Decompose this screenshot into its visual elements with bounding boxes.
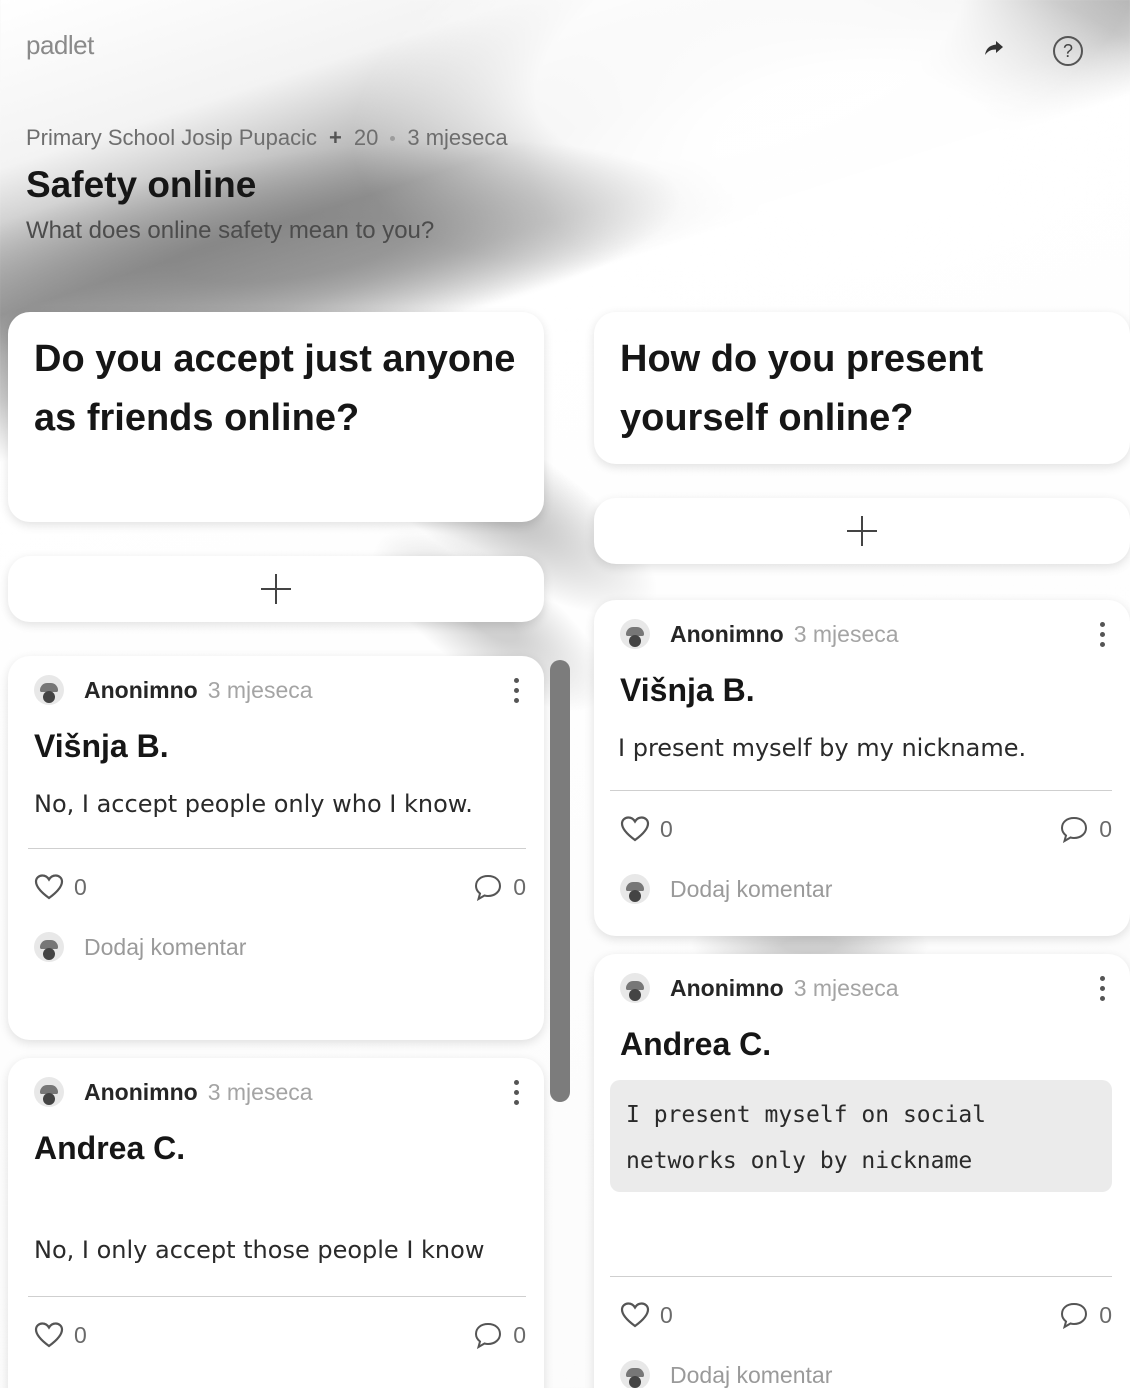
more-vertical-icon[interactable] <box>506 1077 526 1107</box>
like-count: 0 <box>660 1301 673 1328</box>
add-comment-input[interactable]: Dodaj komentar <box>84 934 246 961</box>
post-body: No, I accept people only who I know. <box>34 790 473 818</box>
post-author: Anonimno <box>670 974 784 1001</box>
post-title: Andrea C. <box>620 1026 772 1062</box>
like-button[interactable]: 0 <box>34 873 87 901</box>
avatar <box>620 1360 650 1388</box>
post-actions: 0 0 <box>620 1277 1112 1353</box>
add-comment-input[interactable]: Dodaj komentar <box>670 876 832 903</box>
more-vertical-icon[interactable] <box>1092 619 1112 649</box>
section-column: Do you accept just anyone as friends onl… <box>8 312 544 1388</box>
heart-icon <box>34 1322 64 1348</box>
section-title: How do you present yourself online? <box>594 312 1130 464</box>
avatar <box>34 932 64 962</box>
post-time: 3 mjeseca <box>793 620 899 647</box>
post-header: Anonimno 3 mjeseca <box>34 1074 526 1110</box>
post-actions: 0 0 <box>34 849 526 925</box>
post-body: No, I only accept those people I know <box>34 1236 485 1264</box>
add-comment-input[interactable]: Dodaj komentar <box>670 1362 832 1388</box>
padlet-logo[interactable]: padlet <box>26 30 94 61</box>
avatar <box>34 1077 64 1107</box>
add-comment-row: Dodaj komentar <box>620 867 1112 931</box>
share-button[interactable] <box>980 34 1008 62</box>
add-post-button[interactable] <box>594 498 1130 564</box>
post-time: 3 mjeseca <box>207 676 313 703</box>
add-post-button[interactable] <box>8 556 544 622</box>
post-card[interactable]: Anonimno 3 mjeseca Višnja B. I present m… <box>594 600 1130 936</box>
help-button[interactable]: ? <box>1053 36 1083 66</box>
comment-icon <box>475 874 502 901</box>
scrollbar-thumb[interactable] <box>550 660 570 1102</box>
section-column: How do you present yourself online? Anon… <box>594 312 1130 1388</box>
comment-count: 0 <box>513 873 526 900</box>
avatar <box>34 675 64 705</box>
post-time: 3 mjeseca <box>793 974 899 1001</box>
like-button[interactable]: 0 <box>34 1321 87 1349</box>
heart-icon <box>620 1302 650 1328</box>
like-count: 0 <box>660 815 673 842</box>
top-bar: padlet ? <box>0 0 1130 95</box>
board-age: 3 mjeseca <box>407 125 508 150</box>
post-card[interactable]: Anonimno 3 mjeseca Višnja B. No, I accep… <box>8 656 544 1040</box>
post-title: Višnja B. <box>620 672 755 708</box>
contributors-plus: + <box>329 125 342 150</box>
post-card[interactable]: Anonimno 3 mjeseca Andrea C. I present m… <box>594 954 1130 1388</box>
separator-dot <box>390 135 396 141</box>
post-header: Anonimno 3 mjeseca <box>34 672 526 708</box>
add-comment-row: Dodaj komentar <box>34 925 526 989</box>
post-author: Anonimno <box>84 676 198 703</box>
post-title: Andrea C. <box>34 1130 186 1166</box>
comment-icon <box>1061 1302 1088 1329</box>
more-vertical-icon[interactable] <box>506 675 526 705</box>
avatar <box>620 619 650 649</box>
like-count: 0 <box>74 1321 87 1348</box>
heart-icon <box>620 816 650 842</box>
comment-button[interactable]: 0 <box>473 873 526 901</box>
help-icon: ? <box>1062 40 1073 61</box>
avatar <box>620 874 650 904</box>
post-author: Anonimno <box>84 1078 198 1105</box>
comment-button[interactable]: 0 <box>1059 815 1112 843</box>
like-count: 0 <box>74 873 87 900</box>
post-actions: 0 0 <box>620 791 1112 867</box>
post-card[interactable]: Anonimno 3 mjeseca Andrea C. No, I only … <box>8 1058 544 1388</box>
like-button[interactable]: 0 <box>620 1301 673 1329</box>
heart-icon <box>34 874 64 900</box>
post-header: Anonimno 3 mjeseca <box>620 616 1112 652</box>
share-arrow-icon <box>985 41 1003 55</box>
post-body: I present myself by my nickname. <box>618 734 1027 762</box>
plus-icon <box>261 574 291 604</box>
comment-icon <box>1061 816 1088 843</box>
section-title: Do you accept just anyone as friends onl… <box>8 312 544 522</box>
post-title: Višnja B. <box>34 728 169 764</box>
board-title: Safety online <box>26 164 257 205</box>
board-author[interactable]: Primary School Josip Pupacic <box>26 125 317 151</box>
add-comment-row: Dodaj komentar <box>620 1353 1112 1388</box>
post-actions: 0 0 <box>34 1297 526 1373</box>
post-body-code: I present myself on social networks only… <box>610 1080 1112 1192</box>
post-header: Anonimno 3 mjeseca <box>620 970 1112 1006</box>
comment-count: 0 <box>513 1321 526 1348</box>
like-button[interactable]: 0 <box>620 815 673 843</box>
contributors-count: 20 <box>353 125 379 150</box>
comment-button[interactable]: 0 <box>1059 1301 1112 1329</box>
board-meta: Primary School Josip Pupacic + 20 3 mjes… <box>26 125 508 151</box>
comment-count: 0 <box>1099 1301 1112 1328</box>
post-author: Anonimno <box>670 620 784 647</box>
post-time: 3 mjeseca <box>207 1078 313 1105</box>
plus-icon <box>847 516 877 546</box>
comment-count: 0 <box>1099 815 1112 842</box>
more-vertical-icon[interactable] <box>1092 973 1112 1003</box>
comment-icon <box>475 1322 502 1349</box>
avatar <box>620 973 650 1003</box>
comment-button[interactable]: 0 <box>473 1321 526 1349</box>
board-description: What does online safety mean to you? <box>26 217 435 244</box>
